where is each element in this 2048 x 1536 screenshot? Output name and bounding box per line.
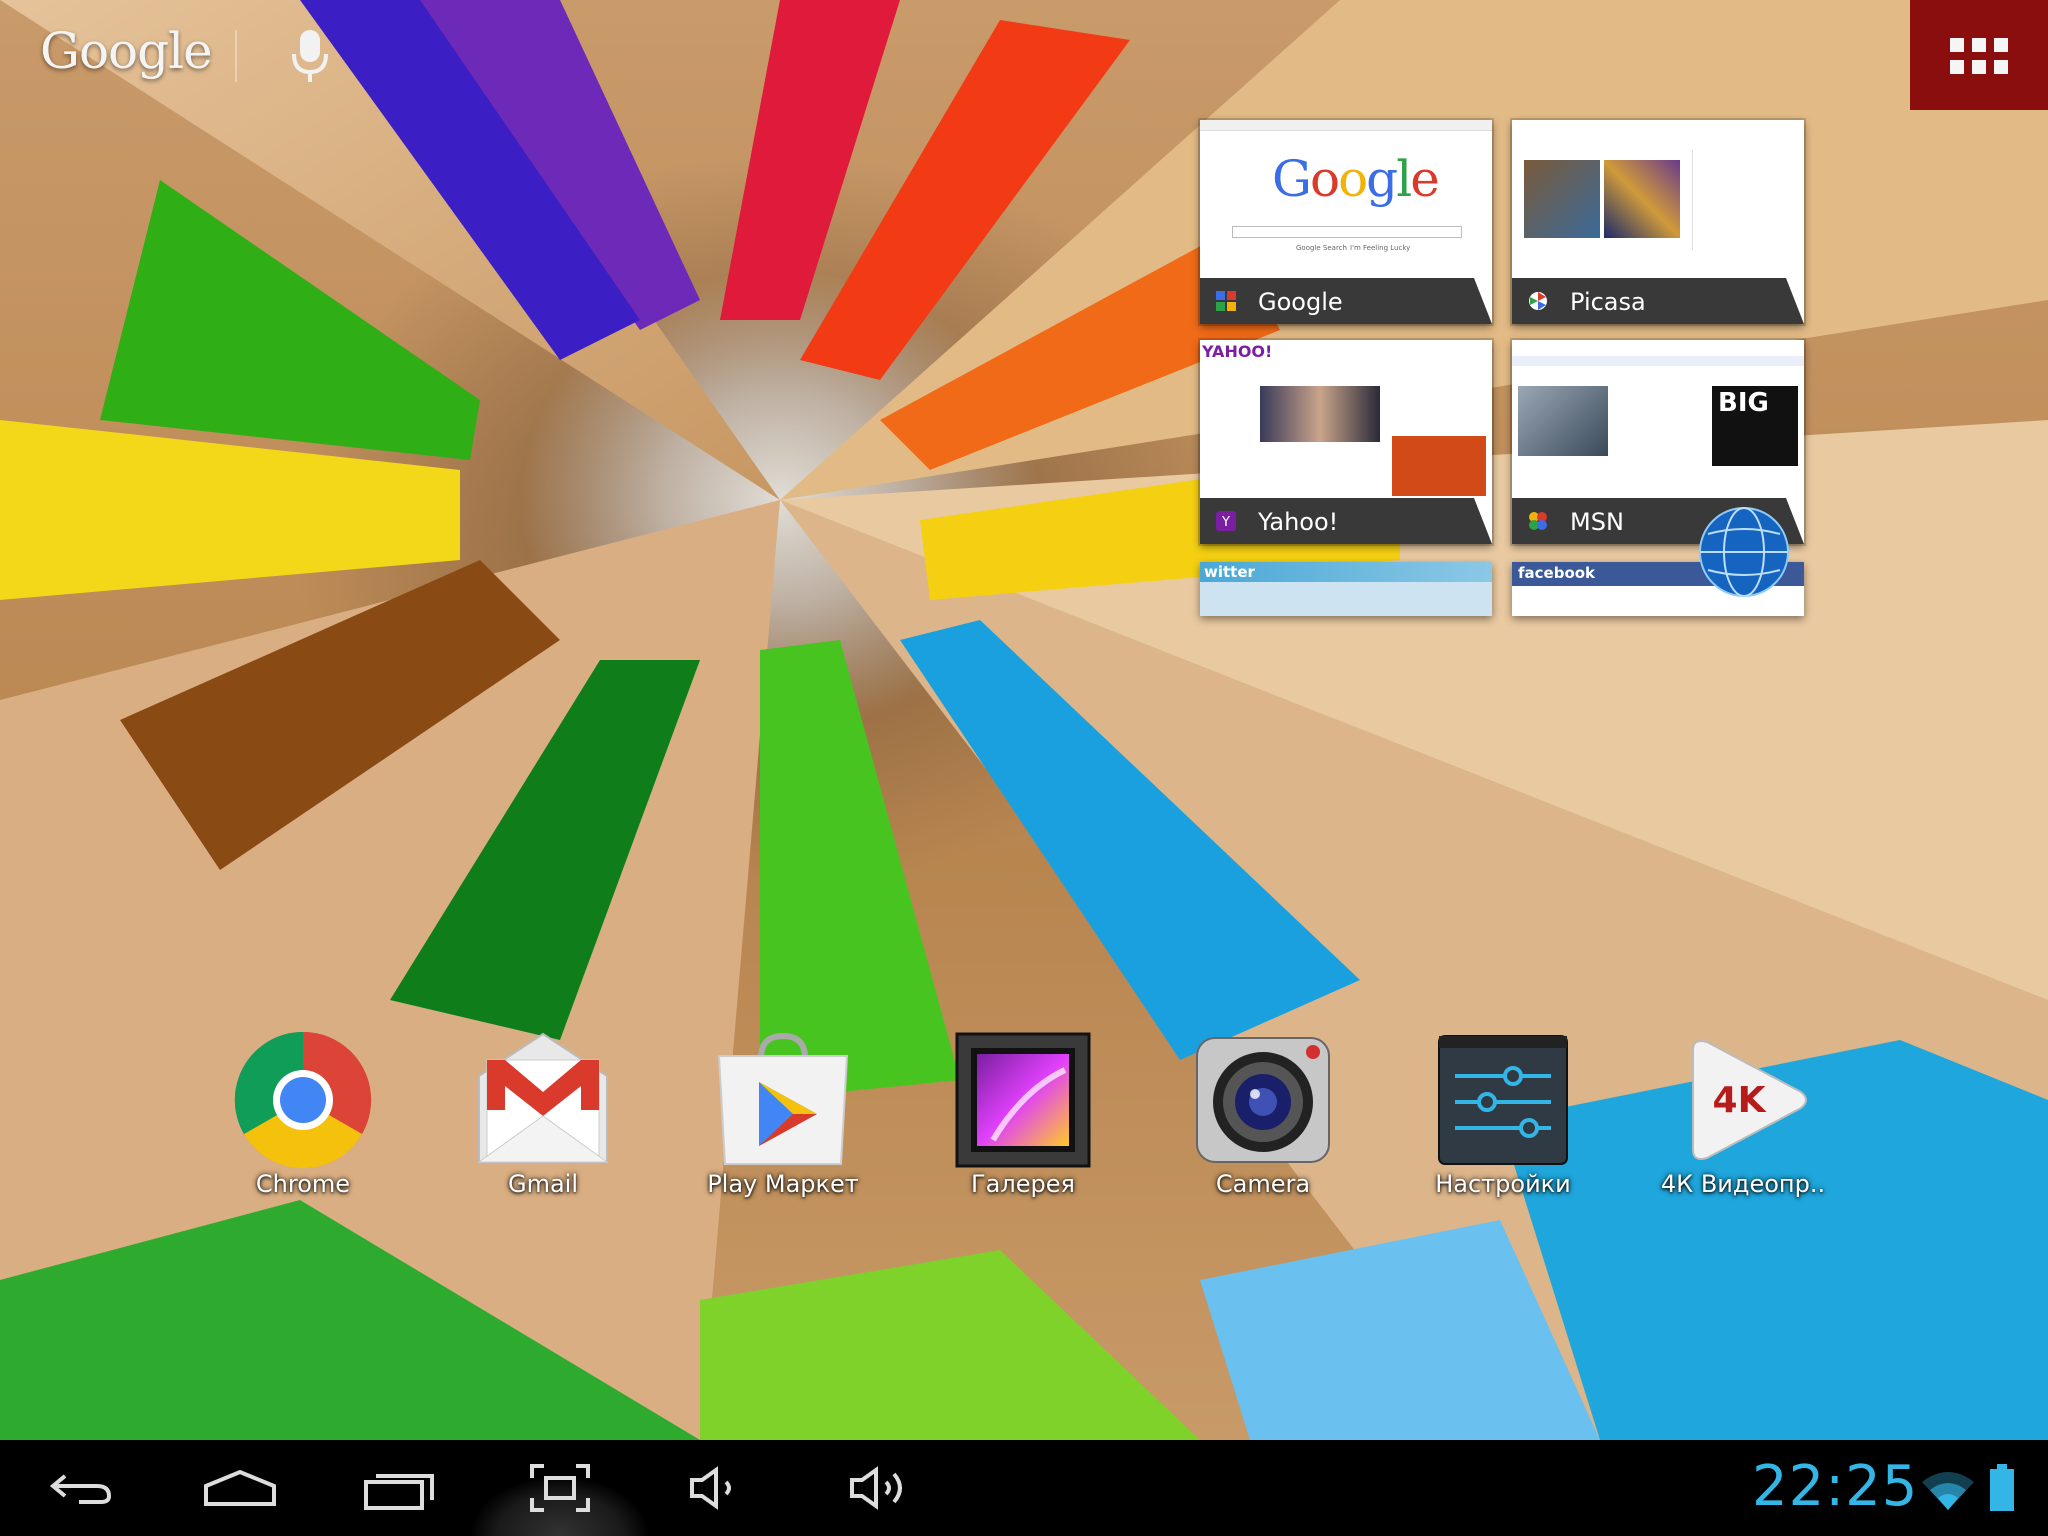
app-label: Play Маркет [707, 1170, 859, 1198]
bookmark-label: MSN [1570, 508, 1624, 536]
home-button[interactable] [170, 1440, 310, 1536]
app-camera[interactable]: Camera [1153, 1020, 1373, 1220]
bookmark-label: Google [1258, 288, 1343, 316]
battery-icon[interactable] [1988, 1464, 2016, 1512]
gmail-icon [477, 1032, 609, 1163]
app-label: 4К Видеопр.. [1660, 1170, 1826, 1198]
system-navigation-bar: 22:25 [0, 1440, 2048, 1536]
bookmark-label: Picasa [1570, 288, 1646, 316]
volume-up-button[interactable] [810, 1440, 950, 1536]
volume-up-icon [850, 1466, 902, 1510]
google-search-button-thumb: Google Search [1296, 244, 1347, 252]
app-label: Gmail [507, 1170, 579, 1198]
msn-thumb-ad: BIG [1718, 388, 1769, 418]
chrome-icon [234, 1031, 372, 1169]
wifi-icon[interactable] [1920, 1468, 1976, 1512]
bookmark-label-bar: Google [1200, 278, 1492, 324]
app-4k-video[interactable]: 4K 4К Видеопр.. [1633, 1020, 1853, 1220]
app-label: Camera [1215, 1170, 1311, 1198]
gallery-icon [955, 1032, 1091, 1168]
4k-video-icon: 4K [1692, 1040, 1807, 1160]
bookmark-label-bar: Y Yahoo! [1200, 498, 1492, 544]
back-icon [49, 1474, 112, 1504]
bookmark-tile-google[interactable]: Google Google Search I'm Feeling Lucky G… [1200, 120, 1492, 324]
back-button[interactable] [10, 1440, 150, 1536]
microphone-icon[interactable] [290, 28, 330, 84]
msn-favicon [1529, 512, 1547, 530]
home-icon [204, 1469, 276, 1506]
app-label: Галерея [971, 1170, 1075, 1198]
status-clock[interactable]: 22:25 [1752, 1454, 1918, 1519]
all-apps-button[interactable] [1910, 0, 2048, 110]
app-play-store[interactable]: Play Маркет [673, 1020, 893, 1220]
facebook-thumb-logo: facebook [1518, 564, 1596, 582]
settings-icon [1438, 1035, 1568, 1165]
play-store-icon [717, 1032, 849, 1165]
screenshot-icon [530, 1464, 590, 1512]
google-favicon [1216, 291, 1236, 311]
app-label: Настройки [1435, 1170, 1571, 1198]
svg-text:Y: Y [1221, 515, 1230, 530]
yahoo-favicon: Y [1216, 511, 1236, 531]
bookmark-label: Yahoo! [1258, 508, 1339, 536]
recent-apps-button[interactable] [330, 1440, 470, 1536]
recent-apps-icon [364, 1474, 434, 1510]
app-dock: Chrome Gmail Play Маркет Галерея Camera … [0, 1020, 2048, 1220]
camera-icon [1196, 1037, 1330, 1163]
4k-badge-text: 4K [1713, 1080, 1767, 1121]
volume-down-button[interactable] [645, 1440, 785, 1536]
app-chrome[interactable]: Chrome [193, 1020, 413, 1220]
app-settings[interactable]: Настройки [1393, 1020, 1613, 1220]
app-gallery[interactable]: Галерея [913, 1020, 1133, 1220]
app-gmail[interactable]: Gmail [433, 1020, 653, 1220]
yahoo-thumb-logo: YAHOO! [1202, 342, 1273, 361]
bookmark-tile-picasa[interactable]: Picasa [1512, 120, 1804, 324]
twitter-thumb-logo: witter [1204, 563, 1255, 581]
google-lucky-button-thumb: I'm Feeling Lucky [1350, 244, 1411, 252]
screenshot-button[interactable] [455, 1440, 665, 1536]
google-search-logo[interactable]: Google [40, 22, 213, 80]
google-thumb-logo: Google [1272, 150, 1440, 208]
bookmark-tile-yahoo[interactable]: YAHOO! Y Yahoo! [1200, 340, 1492, 544]
app-label: Chrome [255, 1170, 351, 1198]
search-divider [235, 30, 237, 82]
grid-icon [1950, 38, 2008, 74]
bookmark-tile-twitter[interactable]: witter [1200, 562, 1492, 616]
bookmark-label-bar: Picasa [1512, 278, 1804, 324]
browser-bookmarks-widget[interactable]: Google Google Search I'm Feeling Lucky G… [1200, 118, 1808, 618]
browser-globe-icon [1699, 507, 1789, 597]
picasa-favicon [1529, 292, 1547, 310]
google-search-bar[interactable]: Google [0, 0, 380, 110]
volume-down-icon [690, 1466, 731, 1510]
